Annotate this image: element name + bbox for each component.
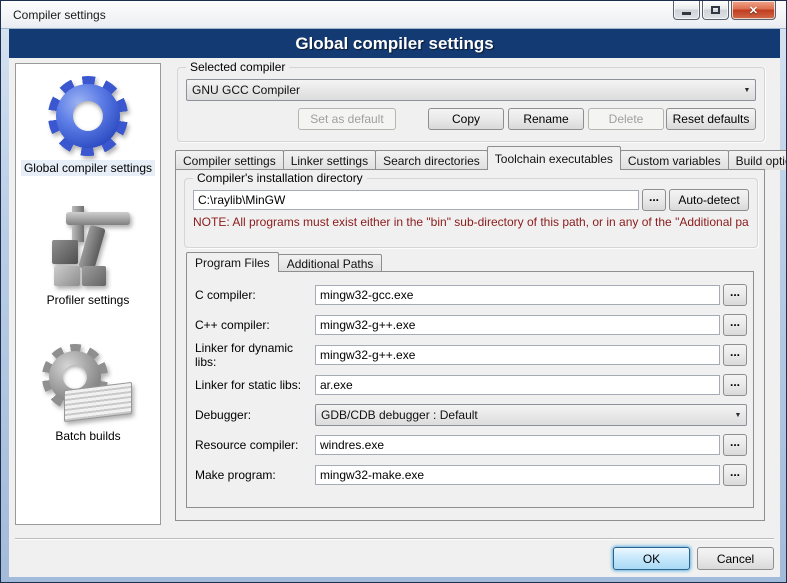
header-banner: Global compiler settings	[9, 29, 780, 58]
field-label: Linker for static libs:	[195, 378, 315, 392]
field-label: Resource compiler:	[195, 438, 315, 452]
field-row-linker-static: Linker for static libs: ...	[195, 374, 747, 396]
browse-button[interactable]: ...	[723, 434, 747, 456]
c-compiler-input[interactable]	[315, 285, 720, 305]
sidebar-item-label: Batch builds	[52, 428, 123, 444]
field-row-cpp-compiler: C++ compiler: ...	[195, 314, 747, 336]
settings-tabstrip: Compiler settings Linker settings Search…	[175, 146, 773, 170]
set-as-default-button[interactable]: Set as default	[298, 108, 396, 130]
settings-category-list: Global compiler settings Profiler settin…	[15, 63, 161, 525]
paths-subtabstrip: Program Files Additional Paths	[186, 252, 381, 272]
caliper-icon	[36, 206, 140, 290]
field-row-debugger: Debugger: GDB/CDB debugger : Default ▼	[195, 404, 747, 426]
installation-directory-row: ... Auto-detect	[193, 189, 749, 211]
sidebar-item-label: Profiler settings	[44, 292, 133, 308]
close-icon: ✕	[749, 4, 758, 17]
linker-static-input[interactable]	[315, 375, 720, 395]
field-label: Debugger:	[195, 408, 315, 422]
sidebar-item-profiler-settings[interactable]: Profiler settings	[16, 206, 160, 308]
tab-custom-variables[interactable]: Custom variables	[620, 150, 729, 170]
field-row-linker-dynamic: Linker for dynamic libs: ...	[195, 344, 747, 366]
browse-button[interactable]: ...	[723, 284, 747, 306]
toolchain-executables-page: Compiler's installation directory ... Au…	[175, 169, 765, 521]
reset-defaults-button[interactable]: Reset defaults	[666, 108, 756, 130]
subtab-program-files[interactable]: Program Files	[186, 252, 279, 272]
ok-button[interactable]: OK	[613, 547, 690, 570]
group-title: Selected compiler	[186, 60, 289, 74]
rename-button[interactable]: Rename	[508, 108, 584, 130]
field-label: C++ compiler:	[195, 318, 315, 332]
maximize-button[interactable]	[702, 1, 729, 20]
tab-build-options[interactable]: Build options	[728, 150, 787, 170]
tab-linker-settings[interactable]: Linker settings	[283, 150, 376, 170]
browse-button[interactable]: ...	[723, 464, 747, 486]
browse-directory-button[interactable]: ...	[642, 189, 666, 211]
delete-button[interactable]: Delete	[588, 108, 664, 130]
minimize-icon	[682, 12, 691, 15]
make-program-input[interactable]	[315, 465, 720, 485]
auto-detect-button[interactable]: Auto-detect	[669, 189, 749, 211]
sidebar-item-global-compiler-settings[interactable]: Global compiler settings	[16, 74, 160, 176]
sidebar-item-label: Global compiler settings	[21, 160, 155, 176]
gray-gear-stack-icon	[36, 342, 140, 426]
installation-directory-input[interactable]	[193, 190, 639, 210]
page-title: Global compiler settings	[295, 34, 493, 54]
maximize-icon	[711, 6, 720, 14]
field-label: Make program:	[195, 468, 315, 482]
installation-directory-group: Compiler's installation directory ... Au…	[184, 178, 758, 248]
sidebar-item-batch-builds[interactable]: Batch builds	[16, 342, 160, 444]
field-row-resource-compiler: Resource compiler: ...	[195, 434, 747, 456]
compiler-select-value: GNU GCC Compiler	[187, 83, 739, 97]
tab-compiler-settings[interactable]: Compiler settings	[175, 150, 284, 170]
subtab-additional-paths[interactable]: Additional Paths	[278, 254, 383, 272]
field-label: C compiler:	[195, 288, 315, 302]
chevron-down-icon: ▼	[739, 87, 755, 94]
copy-button[interactable]: Copy	[428, 108, 504, 130]
caption-buttons: ✕	[671, 1, 776, 20]
compiler-settings-window: Compiler settings ✕ Global compiler sett…	[0, 0, 787, 583]
close-button[interactable]: ✕	[731, 1, 776, 20]
selected-compiler-group: Selected compiler GNU GCC Compiler ▼ Set…	[177, 67, 765, 142]
window-title: Compiler settings	[13, 8, 106, 22]
browse-button[interactable]: ...	[723, 314, 747, 336]
debugger-select[interactable]: GDB/CDB debugger : Default ▼	[315, 404, 747, 426]
browse-button[interactable]: ...	[723, 344, 747, 366]
group-title: Compiler's installation directory	[193, 171, 367, 185]
debugger-select-value: GDB/CDB debugger : Default	[316, 408, 730, 422]
tab-toolchain-executables[interactable]: Toolchain executables	[487, 146, 621, 170]
cancel-button[interactable]: Cancel	[697, 547, 774, 570]
blue-gear-icon	[36, 74, 140, 158]
program-files-page: C compiler: ... C++ compiler: ... Linker…	[186, 271, 754, 508]
tab-search-directories[interactable]: Search directories	[375, 150, 488, 170]
field-label: Linker for dynamic libs:	[195, 341, 315, 369]
field-row-make-program: Make program: ...	[195, 464, 747, 486]
titlebar[interactable]: Compiler settings ✕	[1, 1, 786, 29]
note-text: NOTE: All programs must exist either in …	[193, 215, 749, 229]
dialog-body: Global compiler settings Profiler settin…	[9, 58, 780, 577]
chevron-down-icon: ▼	[730, 412, 746, 419]
compiler-select[interactable]: GNU GCC Compiler ▼	[186, 79, 756, 101]
browse-button[interactable]: ...	[723, 374, 747, 396]
linker-dynamic-input[interactable]	[315, 345, 720, 365]
minimize-button[interactable]	[673, 1, 700, 20]
field-row-c-compiler: C compiler: ...	[195, 284, 747, 306]
compiler-buttons-row: Set as default Copy Rename Delete Reset …	[186, 108, 756, 130]
footer-divider	[15, 538, 774, 540]
resource-compiler-input[interactable]	[315, 435, 720, 455]
cpp-compiler-input[interactable]	[315, 315, 720, 335]
